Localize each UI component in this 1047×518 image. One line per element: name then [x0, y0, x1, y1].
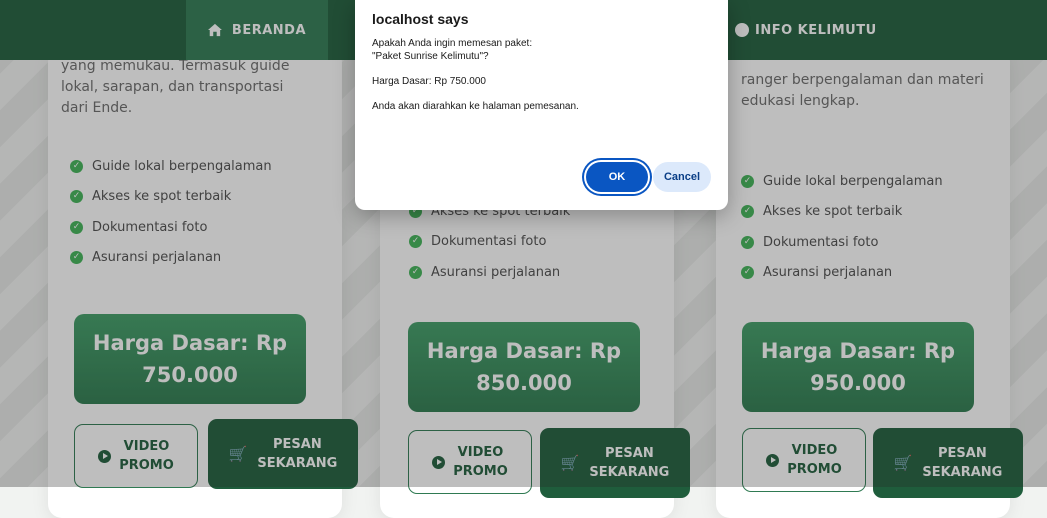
confirm-dialog: localhost says Apakah Anda ingin memesan… — [355, 0, 728, 210]
ok-button[interactable]: OK — [586, 162, 648, 192]
cancel-button[interactable]: Cancel — [653, 162, 711, 192]
dialog-message: Apakah Anda ingin memesan paket: "Paket … — [372, 38, 579, 112]
dialog-title: localhost says — [372, 11, 469, 27]
